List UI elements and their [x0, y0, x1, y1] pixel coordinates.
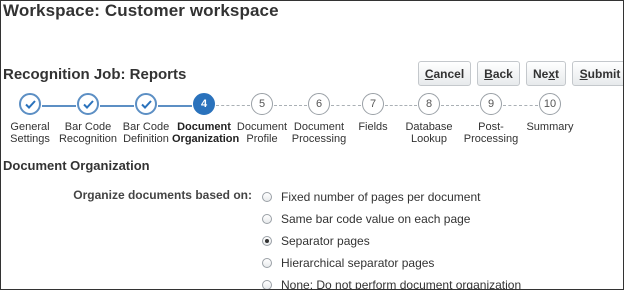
option-label: Fixed number of pages per document [281, 189, 481, 204]
back-button[interactable]: Back [477, 61, 520, 86]
radio-unselected-icon[interactable] [262, 257, 272, 268]
organization-option[interactable]: Fixed number of pages per document [262, 186, 521, 207]
submit-mnemonic: S [579, 66, 588, 81]
next-label-pre: Ne [532, 66, 549, 81]
step-label: Bar Code Recognition [58, 121, 118, 145]
back-mnemonic: B [484, 66, 493, 81]
step-label: Fields [358, 121, 388, 133]
step-label: General Settings [10, 121, 50, 145]
cancel-mnemonic: C [424, 66, 434, 81]
train-step-1[interactable]: General Settings [1, 93, 62, 145]
step-number: 7 [362, 93, 384, 115]
train-step-3[interactable]: Bar Code Definition [114, 93, 178, 145]
step-number: 4 [193, 93, 215, 115]
workspace-title: Workspace: Customer workspace [3, 1, 279, 20]
train-step-7: 7 Fields [341, 93, 405, 133]
radio-unselected-icon[interactable] [262, 191, 272, 202]
train-step-4: 4 Document Organization [172, 93, 240, 145]
step-number: 9 [480, 93, 502, 115]
checkmark-icon [135, 93, 157, 115]
organization-option[interactable]: None: Do not perform document organizati… [262, 274, 522, 290]
step-number: 6 [308, 93, 330, 115]
checkmark-icon [19, 93, 41, 115]
organization-option[interactable]: Hierarchical separator pages [262, 252, 521, 273]
step-number: 10 [539, 93, 561, 115]
step-label: Document Profile [236, 121, 288, 145]
train-step-2[interactable]: Bar Code Recognition [56, 93, 120, 145]
workspace-panel: Workspace: Customer workspace Recognitio… [0, 0, 624, 290]
submit-button[interactable]: Submit [572, 61, 623, 86]
train-step-9: 9 Post-Processing [459, 93, 523, 145]
organization-option[interactable]: Same bar code value on each page [262, 208, 521, 229]
train-step-5: 5 Document Profile [230, 93, 294, 145]
step-label: Database Lookup [405, 121, 453, 145]
option-label: Hierarchical separator pages [281, 255, 435, 270]
next-mnemonic: x [548, 66, 556, 81]
train-step-10: 10 Summary [518, 93, 582, 133]
step-label: Summary [526, 121, 574, 133]
checkmark-icon [77, 93, 99, 115]
step-label: Document Organization [172, 121, 240, 145]
option-label: Same bar code value on each page [281, 211, 471, 226]
cancel-button[interactable]: Cancel [418, 61, 471, 86]
step-number: 5 [251, 93, 273, 115]
cancel-label-rest: ancel [433, 66, 465, 81]
next-button[interactable]: Ne x t [526, 61, 566, 86]
radio-unselected-icon[interactable] [262, 279, 272, 289]
section-title: Document Organization [3, 158, 150, 173]
organization-option[interactable]: Separator pages [262, 230, 521, 251]
organization-options: Fixed number of pages per document Same b… [262, 186, 522, 290]
radio-dot-icon [265, 238, 269, 243]
job-title: Recognition Job: Reports [3, 66, 187, 83]
radio-unselected-icon[interactable] [262, 213, 272, 224]
step-number: 8 [418, 93, 440, 115]
wizard-buttons: Cancel Back Ne x t Submit [418, 61, 623, 86]
next-label-rest: t [555, 66, 560, 81]
option-label: Separator pages [281, 233, 370, 248]
wizard-train: General Settings Bar Code Recognition Bar … [1, 93, 581, 153]
step-label: Post-Processing [463, 121, 519, 145]
organize-label: Organize documents based on: [73, 188, 252, 202]
option-label: None: Do not perform document organizati… [281, 277, 522, 290]
submit-label-rest: ubmit [587, 66, 621, 81]
back-label-rest: ack [492, 66, 513, 81]
train-step-8: 8 Database Lookup [397, 93, 461, 145]
radio-selected-icon[interactable] [262, 235, 272, 246]
step-label: Bar Code Definition [122, 121, 170, 145]
